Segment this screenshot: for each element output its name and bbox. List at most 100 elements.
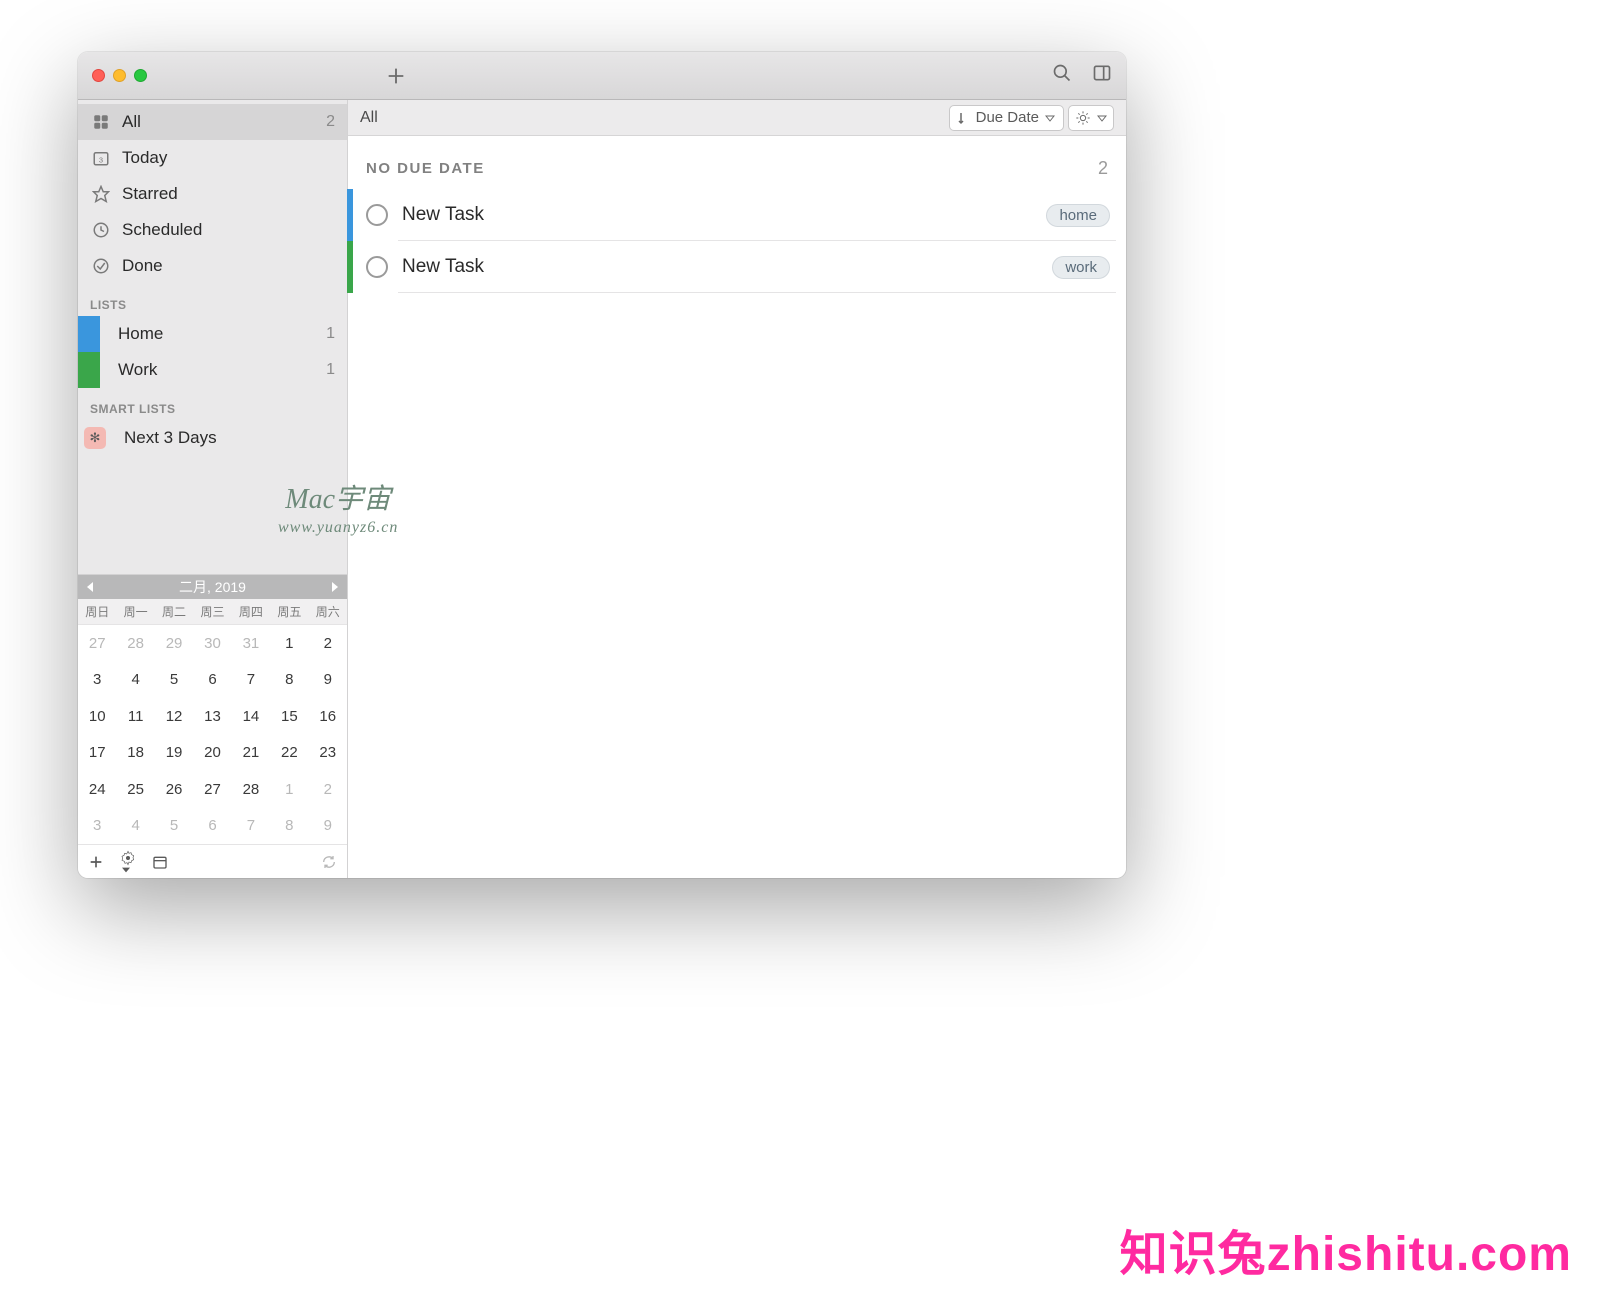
calendar-day[interactable]: 1 — [270, 625, 308, 662]
calendar-day[interactable]: 2 — [309, 771, 347, 808]
sidebar-item-today[interactable]: 3 Today — [78, 140, 347, 176]
calendar-day[interactable]: 28 — [116, 625, 154, 662]
calendar-day[interactable]: 14 — [232, 698, 270, 735]
calendar-day[interactable]: 6 — [193, 662, 231, 699]
sidebar-label: Scheduled — [122, 220, 202, 240]
calendar-day[interactable]: 23 — [309, 735, 347, 772]
calendar-day[interactable]: 9 — [309, 808, 347, 845]
titlebar — [78, 52, 1126, 100]
settings-button[interactable] — [120, 850, 136, 874]
sidebar: All 2 3 Today Starred Scheduled Don — [78, 100, 348, 878]
task-tag[interactable]: work — [1052, 256, 1110, 279]
calendar-day[interactable]: 3 — [78, 808, 116, 845]
calendar-dow: 周二 — [155, 599, 193, 625]
sidebar-label: Today — [122, 148, 167, 168]
calendar-dow: 周一 — [116, 599, 154, 625]
calendar-day[interactable]: 24 — [78, 771, 116, 808]
calendar-day[interactable]: 30 — [193, 625, 231, 662]
calendar-day[interactable]: 8 — [270, 808, 308, 845]
task-title: New Task — [402, 256, 484, 278]
task-checkbox[interactable] — [366, 204, 388, 226]
sidebar-item-done[interactable]: Done — [78, 248, 347, 284]
add-task-button[interactable] — [378, 65, 414, 87]
calendar-day[interactable]: 26 — [155, 771, 193, 808]
toggle-detail-button[interactable] — [1092, 63, 1112, 88]
calendar-day[interactable]: 4 — [116, 808, 154, 845]
calendar-day[interactable]: 25 — [116, 771, 154, 808]
calendar-day[interactable]: 5 — [155, 662, 193, 699]
calendar-day[interactable]: 21 — [232, 735, 270, 772]
task-title: New Task — [402, 204, 484, 226]
calendar-day[interactable]: 27 — [78, 625, 116, 662]
brightness-button[interactable] — [1068, 105, 1114, 131]
calendar-day[interactable]: 5 — [155, 808, 193, 845]
view-title: All — [360, 109, 378, 127]
prev-month-button[interactable] — [86, 582, 96, 592]
add-list-button[interactable] — [88, 854, 104, 870]
calendar-day[interactable]: 4 — [116, 662, 154, 699]
sidebar-label: Starred — [122, 184, 178, 204]
calendar-day[interactable]: 15 — [270, 698, 308, 735]
calendar-day[interactable]: 18 — [116, 735, 154, 772]
calendar-day[interactable]: 27 — [193, 771, 231, 808]
task-checkbox[interactable] — [366, 256, 388, 278]
footer-watermark: 知识兔zhishitu.com — [1120, 1214, 1572, 1284]
sidebar-item-scheduled[interactable]: Scheduled — [78, 212, 347, 248]
sidebar-item-all[interactable]: All 2 — [78, 104, 347, 140]
calendar-day[interactable]: 10 — [78, 698, 116, 735]
calendar-day[interactable]: 9 — [309, 662, 347, 699]
section-title: NO DUE DATE — [366, 160, 485, 177]
calendar-day[interactable]: 20 — [193, 735, 231, 772]
calendar-day[interactable]: 8 — [270, 662, 308, 699]
calendar-day[interactable]: 13 — [193, 698, 231, 735]
calendar-day[interactable]: 22 — [270, 735, 308, 772]
calendar-day[interactable]: 31 — [232, 625, 270, 662]
search-button[interactable] — [1052, 63, 1072, 88]
sidebar-list-work[interactable]: Work 1 — [78, 352, 347, 388]
window-controls — [92, 69, 147, 82]
calendar-day[interactable]: 6 — [193, 808, 231, 845]
calendar-title: 二月, 2019 — [179, 577, 246, 597]
sidebar-smart-next3days[interactable]: ✻ Next 3 Days — [78, 420, 347, 456]
calendar-day[interactable]: 17 — [78, 735, 116, 772]
sort-label: Due Date — [976, 109, 1039, 126]
list-count: 1 — [326, 325, 335, 343]
calendar-day[interactable]: 28 — [232, 771, 270, 808]
smart-label: Next 3 Days — [116, 428, 217, 448]
sort-button[interactable]: Due Date — [949, 105, 1064, 131]
calendar-button[interactable] — [152, 854, 168, 870]
sidebar-label: Done — [122, 256, 163, 276]
calendar-day[interactable]: 12 — [155, 698, 193, 735]
calendar-day[interactable]: 2 — [309, 625, 347, 662]
list-color-swatch — [78, 316, 100, 352]
calendar-dow: 周五 — [270, 599, 308, 625]
smart-lists-header: SMART LISTS — [78, 388, 347, 420]
clock-icon — [90, 219, 112, 241]
calendar-day[interactable]: 19 — [155, 735, 193, 772]
next-month-button[interactable] — [329, 582, 339, 592]
task-color-stripe — [347, 241, 353, 293]
list-count: 1 — [326, 361, 335, 379]
task-tag[interactable]: home — [1046, 204, 1110, 227]
calendar-day[interactable]: 3 — [78, 662, 116, 699]
calendar-day[interactable]: 7 — [232, 662, 270, 699]
close-button[interactable] — [92, 69, 105, 82]
list-label: Work — [110, 360, 157, 380]
calendar-day[interactable]: 29 — [155, 625, 193, 662]
calendar-day[interactable]: 11 — [116, 698, 154, 735]
app-window: All 2 3 Today Starred Scheduled Don — [78, 52, 1126, 878]
calendar-day[interactable]: 7 — [232, 808, 270, 845]
minimize-button[interactable] — [113, 69, 126, 82]
sidebar-item-starred[interactable]: Starred — [78, 176, 347, 212]
sidebar-list-home[interactable]: Home 1 — [78, 316, 347, 352]
task-row[interactable]: New Task work — [348, 241, 1126, 293]
task-color-stripe — [347, 189, 353, 241]
sync-button[interactable] — [321, 854, 337, 870]
calendar-dow: 周四 — [232, 599, 270, 625]
sidebar-label: All — [122, 112, 141, 132]
calendar-day[interactable]: 1 — [270, 771, 308, 808]
calendar-day[interactable]: 16 — [309, 698, 347, 735]
calendar-dow: 周六 — [309, 599, 347, 625]
task-row[interactable]: New Task home — [348, 189, 1126, 241]
zoom-button[interactable] — [134, 69, 147, 82]
